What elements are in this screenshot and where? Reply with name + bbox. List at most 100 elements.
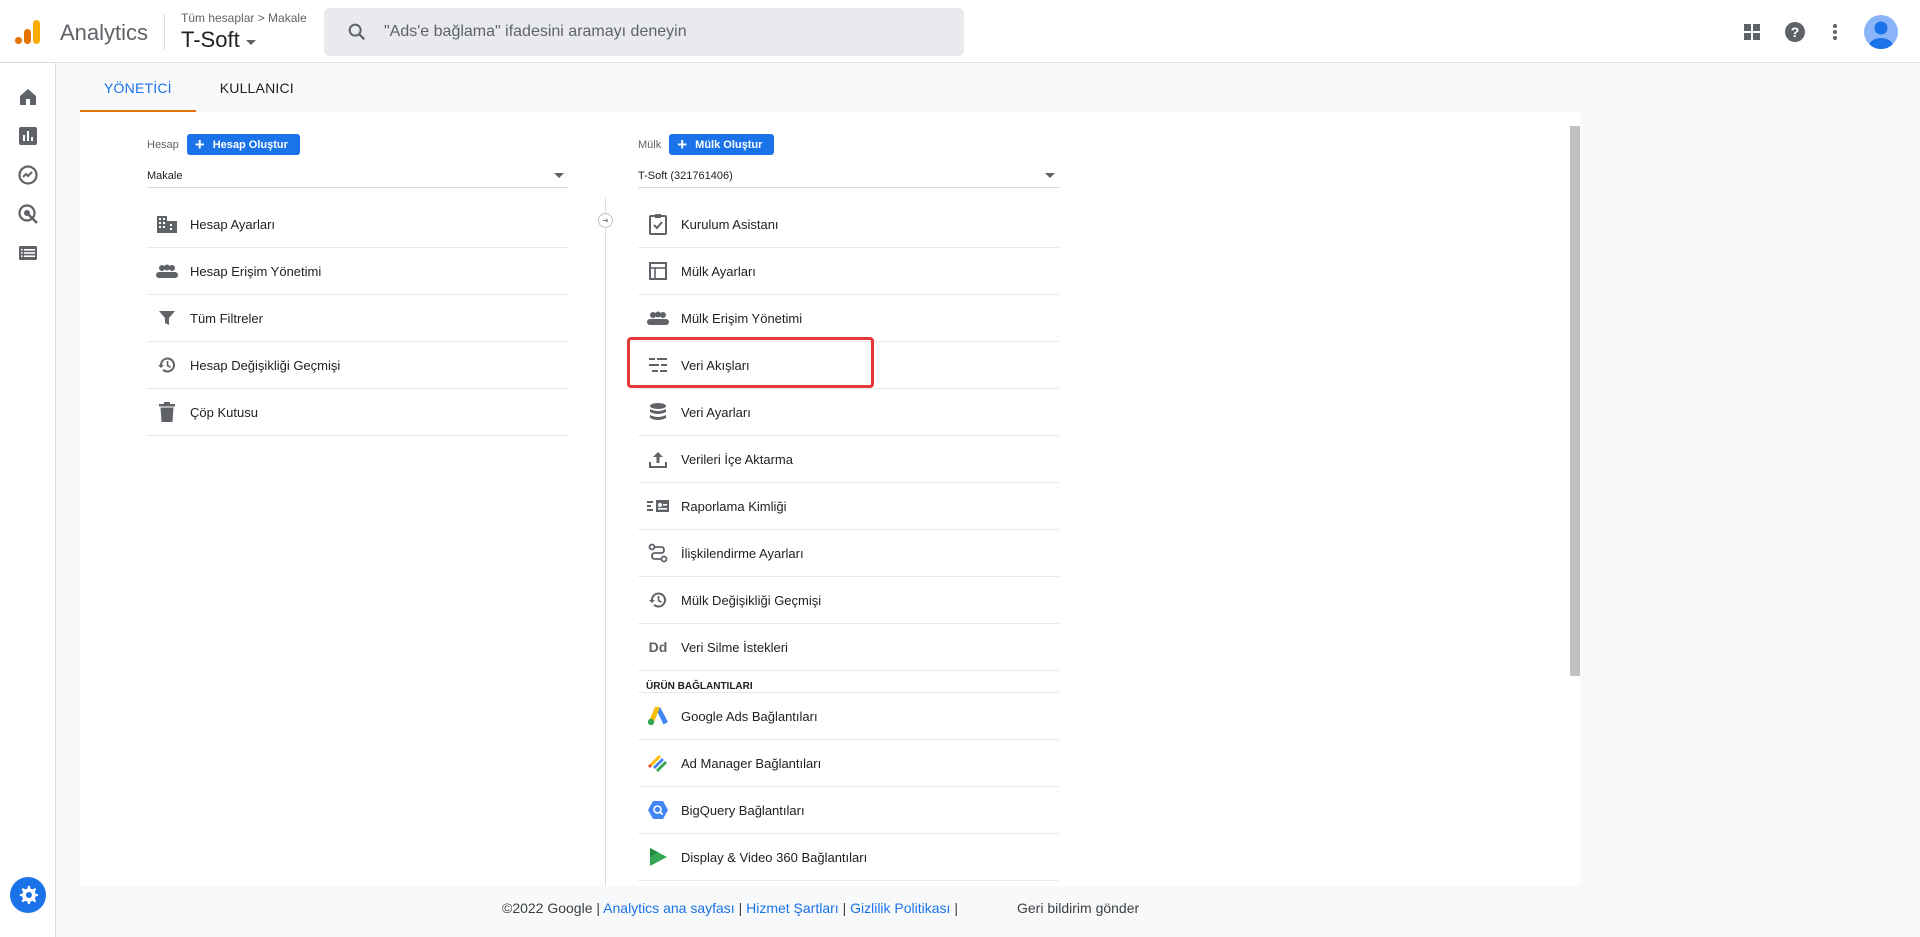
- all-filters-item[interactable]: Tüm Filtreler: [147, 295, 568, 342]
- create-account-label: Hesap Oluştur: [212, 138, 288, 151]
- search-input[interactable]: [384, 23, 944, 41]
- avatar[interactable]: [1864, 15, 1898, 49]
- building-icon: [155, 212, 179, 236]
- menu-item-label: BigQuery Bağlantıları: [681, 802, 805, 818]
- reporting-id-icon: [646, 494, 670, 518]
- more-vert-icon[interactable]: [1823, 20, 1847, 44]
- data-deletion-requests-item[interactable]: Dd Veri Silme İstekleri: [638, 624, 1059, 671]
- home-icon[interactable]: [16, 85, 40, 109]
- gear-icon: [19, 885, 39, 905]
- account-menu: Hesap Ayarları Hesap Erişim Yönetimi Tüm…: [147, 201, 568, 436]
- property-access-management-item[interactable]: Mülk Erişim Yönetimi: [638, 295, 1059, 342]
- data-streams-item[interactable]: Veri Akışları: [638, 342, 1059, 389]
- menu-item-label: Mülk Ayarları: [681, 263, 756, 279]
- menu-item-label: Display & Video 360 Bağlantıları: [681, 849, 868, 865]
- account-selector-value: Makale: [147, 169, 183, 182]
- menu-item-label: Hesap Değişikliği Geçmişi: [190, 357, 341, 373]
- terms-link[interactable]: Hizmet Şartları: [746, 900, 839, 916]
- menu-item-label: İlişkilendirme Ayarları: [681, 545, 804, 561]
- product-links-heading: ÜRÜN BAĞLANTILARI: [638, 671, 1059, 693]
- reporting-identity-item[interactable]: Raporlama Kimliği: [638, 483, 1059, 530]
- attribution-icon: [646, 541, 670, 565]
- search-icon: [348, 23, 366, 41]
- property-menu: Kurulum Asistanı Mülk Ayarları Mülk Eriş…: [638, 201, 1059, 881]
- account-change-history-item[interactable]: Hesap Değişikliği Geçmişi: [147, 342, 568, 389]
- streams-icon: [646, 353, 670, 377]
- menu-item-label: Mülk Erişim Yönetimi: [681, 310, 803, 326]
- history-icon: [155, 353, 179, 377]
- top-header: Analytics Tüm hesaplar > Makale T-Soft ?: [0, 0, 1920, 63]
- footer-separator: |: [842, 900, 847, 916]
- privacy-link[interactable]: Gizlilik Politikası: [850, 900, 950, 916]
- checklist-icon: [646, 212, 670, 236]
- google-ads-links-item[interactable]: Google Ads Bağlantıları: [638, 693, 1059, 740]
- menu-item-label: Çöp Kutusu: [190, 404, 258, 420]
- send-feedback-link[interactable]: Geri bildirim gönder: [1017, 900, 1139, 916]
- copyright-text: ©2022 Google |: [502, 900, 601, 916]
- filter-icon: [155, 306, 179, 330]
- panel-scrollbar[interactable]: [1570, 126, 1580, 676]
- menu-item-label: Veri Akışları: [681, 357, 750, 373]
- create-account-button[interactable]: + Hesap Oluştur: [186, 134, 300, 155]
- database-icon: [646, 400, 670, 424]
- data-settings-item[interactable]: Veri Ayarları: [638, 389, 1059, 436]
- menu-item-label: Hesap Ayarları: [190, 216, 276, 232]
- tab-user[interactable]: KULLANICI: [196, 70, 318, 112]
- account-settings-item[interactable]: Hesap Ayarları: [147, 201, 568, 248]
- help-icon[interactable]: ?: [1783, 20, 1807, 44]
- account-heading: Hesap: [147, 138, 179, 151]
- dv360-icon: [646, 845, 670, 869]
- left-nav-rail: [0, 63, 56, 937]
- trash-icon: [155, 400, 179, 424]
- header-divider: [164, 14, 165, 50]
- ad-manager-icon: [646, 751, 670, 775]
- upload-icon: [646, 447, 670, 471]
- property-change-history-item[interactable]: Mülk Değişikliği Geçmişi: [638, 577, 1059, 624]
- footer-separator: |: [954, 900, 958, 916]
- create-property-label: Mülk Oluştur: [695, 138, 763, 151]
- property-heading: Mülk: [638, 138, 662, 151]
- attribution-settings-item[interactable]: İlişkilendirme Ayarları: [638, 530, 1059, 577]
- explore-icon[interactable]: [16, 163, 40, 187]
- property-settings-item[interactable]: Mülk Ayarları: [638, 248, 1059, 295]
- account-selector[interactable]: Makale: [147, 164, 568, 188]
- setup-assistant-item[interactable]: Kurulum Asistanı: [638, 201, 1059, 248]
- menu-item-label: Veri Silme İstekleri: [681, 639, 788, 655]
- plus-icon: +: [194, 135, 205, 154]
- admin-settings-button[interactable]: [10, 877, 46, 913]
- apps-grid-icon[interactable]: [1740, 20, 1764, 44]
- footer-separator: |: [738, 900, 743, 916]
- people-icon: [155, 259, 179, 283]
- reports-icon[interactable]: [16, 124, 40, 148]
- dv360-links-item[interactable]: Display & Video 360 Bağlantıları: [638, 834, 1059, 881]
- chevron-down-icon: [245, 39, 256, 45]
- advertising-icon[interactable]: [16, 202, 40, 226]
- configure-list-icon[interactable]: [16, 241, 40, 265]
- plus-icon: +: [677, 135, 688, 154]
- data-import-item[interactable]: Verileri İçe Aktarma: [638, 436, 1059, 483]
- ad-manager-links-item[interactable]: Ad Manager Bağlantıları: [638, 740, 1059, 787]
- trash-item[interactable]: Çöp Kutusu: [147, 389, 568, 436]
- app-name[interactable]: Analytics: [60, 20, 148, 46]
- footer-links: ©2022 Google | Analytics ana sayfası | H…: [502, 900, 958, 916]
- menu-item-label: Hesap Erişim Yönetimi: [190, 263, 322, 279]
- property-selector[interactable]: T-Soft (321761406): [638, 164, 1059, 188]
- admin-panel: Hesap + Hesap Oluştur Makale Hesap Ayarl…: [80, 112, 1580, 886]
- account-picker-label: T-Soft: [181, 27, 240, 52]
- admin-tabs: YÖNETİCİ KULLANICI: [80, 70, 318, 112]
- svg-text:?: ?: [1791, 24, 1800, 40]
- account-picker[interactable]: T-Soft: [181, 27, 256, 53]
- property-selector-value: T-Soft (321761406): [638, 169, 733, 182]
- analytics-logo-icon[interactable]: [14, 18, 42, 46]
- create-property-button[interactable]: + Mülk Oluştur: [669, 134, 775, 155]
- menu-item-label: Google Ads Bağlantıları: [681, 708, 818, 724]
- tab-admin[interactable]: YÖNETİCİ: [80, 70, 196, 112]
- bigquery-icon: [646, 798, 670, 822]
- bigquery-links-item[interactable]: BigQuery Bağlantıları: [638, 787, 1059, 834]
- search-bar[interactable]: [324, 8, 964, 56]
- layout-icon: [646, 259, 670, 283]
- analytics-home-link[interactable]: Analytics ana sayfası: [603, 900, 735, 916]
- breadcrumb[interactable]: Tüm hesaplar > Makale: [181, 11, 307, 25]
- account-access-management-item[interactable]: Hesap Erişim Yönetimi: [147, 248, 568, 295]
- svg-text:Dd: Dd: [649, 639, 668, 655]
